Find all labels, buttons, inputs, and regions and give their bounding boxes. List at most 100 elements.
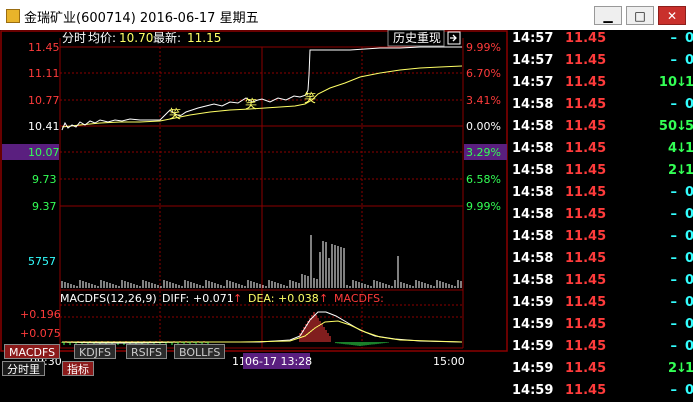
tick-count: 0 bbox=[685, 53, 693, 68]
indicator-tabs: MACDFS KDJFS RSIFS BOLLFS 分时里 指标 bbox=[0, 344, 508, 378]
tick-count: 0 bbox=[685, 317, 693, 332]
tick-row[interactable]: 14:58 11.45 2 ↓ 1 bbox=[509, 160, 693, 182]
price-axis-label: 10.41 bbox=[28, 120, 60, 133]
tick-count: 0 bbox=[685, 273, 693, 288]
tab-bollfs[interactable]: BOLLFS bbox=[174, 344, 226, 359]
minimize-button[interactable]: ▁ bbox=[594, 6, 622, 25]
tick-time: 14:59 bbox=[512, 339, 554, 354]
tick-volume: – bbox=[670, 339, 678, 354]
tick-price: 11.45 bbox=[565, 229, 607, 244]
smile-marker[interactable]: 笑 bbox=[304, 90, 316, 105]
tick-volume: – bbox=[670, 97, 678, 112]
tab-indicator[interactable]: 指标 bbox=[62, 361, 94, 376]
tick-volume: – bbox=[670, 295, 678, 310]
tick-price: 11.45 bbox=[565, 75, 607, 90]
tick-volume: 10 bbox=[658, 75, 677, 90]
macd-diff-label: DIFF: bbox=[162, 292, 189, 305]
exit-arrow-icon[interactable] bbox=[447, 31, 461, 45]
tick-row[interactable]: 14:58 11.45 –0 bbox=[509, 226, 693, 248]
volume-axis-label: 5757 bbox=[28, 255, 56, 268]
tick-time: 14:58 bbox=[512, 119, 554, 134]
tick-row[interactable]: 14:58 11.45 50 ↓ 5 bbox=[509, 116, 693, 138]
tick-volume: – bbox=[670, 185, 678, 200]
tick-row[interactable]: 14:58 11.45 4 ↓ 1 bbox=[509, 138, 693, 160]
tick-row[interactable]: 14:59 11.45 –0 bbox=[509, 314, 693, 336]
app-logo-icon bbox=[6, 9, 20, 23]
tab-intraday[interactable]: 分时里 bbox=[2, 361, 45, 376]
price-axis-label: 11.45 bbox=[28, 41, 60, 54]
up-arrow-icon: ↑ bbox=[233, 292, 242, 305]
tick-row[interactable]: 14:59 11.45 –0 bbox=[509, 380, 693, 402]
tick-price: 11.45 bbox=[565, 31, 607, 46]
pct-axis-label: 9.99% bbox=[466, 41, 501, 54]
tick-volume: – bbox=[670, 317, 678, 332]
tick-row[interactable]: 14:58 11.45 –0 bbox=[509, 182, 693, 204]
tick-row[interactable]: 14:57 11.45 –0 bbox=[509, 50, 693, 72]
smile-marker[interactable]: 笑 bbox=[245, 96, 257, 111]
tick-row[interactable]: 14:58 11.45 –0 bbox=[509, 248, 693, 270]
tick-count: 1 bbox=[685, 141, 693, 156]
macd-diff-value: +0.071 bbox=[193, 292, 234, 305]
up-arrow-icon: ↑ bbox=[319, 292, 328, 305]
tick-price: 11.45 bbox=[565, 53, 607, 68]
tick-price: 11.45 bbox=[565, 295, 607, 310]
tick-row[interactable]: 14:57 11.45 –0 bbox=[509, 28, 693, 50]
tick-row[interactable]: 14:58 11.45 –0 bbox=[509, 94, 693, 116]
price-axis-label: 11.11 bbox=[28, 67, 60, 80]
tick-volume: – bbox=[670, 53, 678, 68]
tick-price: 11.45 bbox=[565, 251, 607, 266]
tab-macdfs[interactable]: MACDFS bbox=[4, 344, 61, 359]
tick-count: 0 bbox=[685, 383, 693, 398]
tick-price: 11.45 bbox=[565, 185, 607, 200]
macd-axis-label: +0.196 bbox=[20, 308, 61, 321]
intraday-chart[interactable]: 分时 均价: 10.70 最新: 11.15 历史重现 11.45 11.11 … bbox=[0, 30, 508, 370]
tick-volume: 50 bbox=[658, 119, 677, 134]
price-axis-label: 10.07 bbox=[28, 146, 60, 159]
mode-label: 分时 bbox=[62, 31, 86, 45]
macd-dea-label: DEA: bbox=[248, 292, 274, 305]
price-axis-label: 10.77 bbox=[28, 94, 60, 107]
tick-count: 0 bbox=[685, 207, 693, 222]
tick-row[interactable]: 14:58 11.45 –0 bbox=[509, 270, 693, 292]
tick-count: 0 bbox=[685, 31, 693, 46]
tick-count: 0 bbox=[685, 97, 693, 112]
tick-volume: – bbox=[670, 229, 678, 244]
tick-time: 14:58 bbox=[512, 251, 554, 266]
tick-price: 11.45 bbox=[565, 207, 607, 222]
tick-time: 14:58 bbox=[512, 273, 554, 288]
tick-row[interactable]: 14:59 11.45 –0 bbox=[509, 292, 693, 314]
close-button[interactable]: ✕ bbox=[658, 6, 686, 25]
tab-kdjfs[interactable]: KDJFS bbox=[74, 344, 117, 359]
tick-count: 0 bbox=[685, 251, 693, 266]
avg-label: 均价: bbox=[88, 31, 116, 45]
tick-time: 14:58 bbox=[512, 97, 554, 112]
tick-time: 14:59 bbox=[512, 295, 554, 310]
pct-axis-label: 0.00% bbox=[466, 120, 501, 133]
tick-time: 14:58 bbox=[512, 185, 554, 200]
tick-row[interactable]: 14:58 11.45 –0 bbox=[509, 204, 693, 226]
smile-marker[interactable]: 笑 bbox=[169, 106, 181, 121]
pct-axis-label: 3.29% bbox=[466, 146, 501, 159]
tick-price: 11.45 bbox=[565, 119, 607, 134]
tick-count: 1 bbox=[685, 75, 693, 90]
tick-price: 11.45 bbox=[565, 163, 607, 178]
tab-rsifs[interactable]: RSIFS bbox=[126, 344, 167, 359]
tick-time: 14:58 bbox=[512, 141, 554, 156]
tick-volume: – bbox=[670, 273, 678, 288]
maximize-button[interactable]: □ bbox=[626, 6, 654, 25]
tick-row[interactable]: 14:59 11.45 2 ↓ 1 bbox=[509, 358, 693, 380]
avg-value: 10.70 bbox=[119, 31, 153, 45]
tick-count: 0 bbox=[685, 229, 693, 244]
tick-row[interactable]: 14:59 11.45 –0 bbox=[509, 336, 693, 358]
tick-count: 0 bbox=[685, 185, 693, 200]
tick-count: 0 bbox=[685, 339, 693, 354]
macd-title: MACDFS(12,26,9) bbox=[60, 292, 157, 305]
tick-price: 11.45 bbox=[565, 97, 607, 112]
tick-price: 11.45 bbox=[565, 339, 607, 354]
tick-volume: – bbox=[670, 31, 678, 46]
tick-row[interactable]: 14:57 11.45 10 ↓ 1 bbox=[509, 72, 693, 94]
tick-count: 0 bbox=[685, 295, 693, 310]
tick-time: 14:57 bbox=[512, 75, 554, 90]
tick-time: 14:58 bbox=[512, 163, 554, 178]
tick-price: 11.45 bbox=[565, 317, 607, 332]
